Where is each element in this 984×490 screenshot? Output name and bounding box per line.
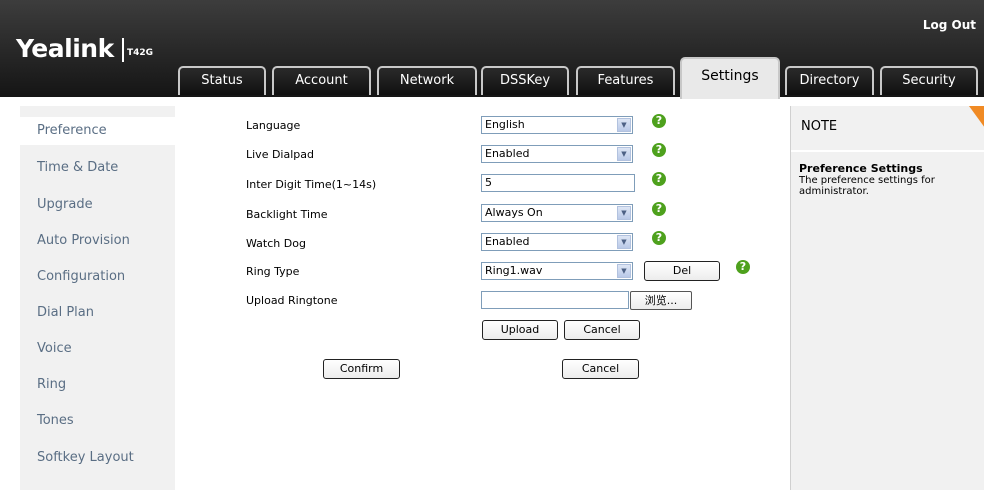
note-title: NOTE <box>801 119 838 134</box>
tab-settings[interactable]: Settings <box>680 57 780 99</box>
watchdog-select[interactable]: Enabled ▼ <box>481 233 633 251</box>
upload-button[interactable]: Upload <box>482 320 558 340</box>
cancel-button[interactable]: Cancel <box>562 359 639 379</box>
yealink-logo: Yealink <box>16 34 114 63</box>
backlight-select[interactable]: Always On ▼ <box>481 204 633 222</box>
live-dialpad-select[interactable]: Enabled ▼ <box>481 145 633 163</box>
note-heading: Preference Settings <box>799 162 923 175</box>
logo-divider <box>122 38 124 62</box>
help-icon[interactable]: ? <box>652 202 666 216</box>
ring-type-label: Ring Type <box>246 265 300 278</box>
chevron-down-icon: ▼ <box>617 118 631 132</box>
chevron-down-icon: ▼ <box>617 264 631 278</box>
sidebar-item-ring[interactable]: Ring <box>37 377 66 392</box>
note-corner-flag <box>969 106 984 128</box>
del-button[interactable]: Del <box>644 261 720 281</box>
help-icon[interactable]: ? <box>736 260 750 274</box>
tab-account[interactable]: Account <box>272 66 371 95</box>
sidebar-item-time-date[interactable]: Time & Date <box>37 160 118 175</box>
sidebar-item-configuration[interactable]: Configuration <box>37 269 125 284</box>
sidebar-item-auto-provision[interactable]: Auto Provision <box>37 233 130 248</box>
tab-network[interactable]: Network <box>377 66 477 95</box>
ringtone-file-input[interactable] <box>481 291 629 309</box>
top-header: Yealink T42G Log Out Status Account Netw… <box>0 0 984 99</box>
language-label: Language <box>246 119 301 132</box>
tab-status[interactable]: Status <box>178 66 266 95</box>
backlight-label: Backlight Time <box>246 208 328 221</box>
sidebar-item-dial-plan[interactable]: Dial Plan <box>37 305 94 320</box>
language-select[interactable]: English ▼ <box>481 116 633 134</box>
help-icon[interactable]: ? <box>652 143 666 157</box>
ring-type-value: Ring1.wav <box>485 264 543 277</box>
inter-digit-input[interactable]: 5 <box>481 174 635 192</box>
upload-ringtone-label: Upload Ringtone <box>246 294 338 307</box>
help-icon[interactable]: ? <box>652 231 666 245</box>
note-panel: NOTE Preference Settings The preference … <box>790 106 984 490</box>
inter-digit-label: Inter Digit Time(1~14s) <box>246 178 377 191</box>
sidebar-item-softkey-layout[interactable]: Softkey Layout <box>37 450 134 465</box>
chevron-down-icon: ▼ <box>617 206 631 220</box>
sidebar-item-tones[interactable]: Tones <box>37 413 74 428</box>
watchdog-value: Enabled <box>485 235 530 248</box>
model-label: T42G <box>127 48 154 58</box>
confirm-button[interactable]: Confirm <box>323 359 400 379</box>
upload-cancel-button[interactable]: Cancel <box>564 320 640 340</box>
backlight-value: Always On <box>485 206 543 219</box>
help-icon[interactable]: ? <box>652 172 666 186</box>
tab-security[interactable]: Security <box>880 66 978 95</box>
help-icon[interactable]: ? <box>652 114 666 128</box>
note-divider <box>791 150 984 152</box>
live-dialpad-label: Live Dialpad <box>246 148 314 161</box>
sidebar-item-preference[interactable]: Preference <box>20 117 175 145</box>
browse-button[interactable]: 浏览... <box>630 291 692 310</box>
watchdog-label: Watch Dog <box>246 237 306 250</box>
tab-dsskey[interactable]: DSSKey <box>481 66 569 95</box>
tab-features[interactable]: Features <box>576 66 675 95</box>
sidebar-item-voice[interactable]: Voice <box>37 341 72 356</box>
chevron-down-icon: ▼ <box>617 235 631 249</box>
sidebar-item-upgrade[interactable]: Upgrade <box>37 197 93 212</box>
tab-directory[interactable]: Directory <box>785 66 874 95</box>
logout-link[interactable]: Log Out <box>923 18 976 32</box>
live-dialpad-value: Enabled <box>485 147 530 160</box>
language-value: English <box>485 118 525 131</box>
chevron-down-icon: ▼ <box>617 147 631 161</box>
ring-type-select[interactable]: Ring1.wav ▼ <box>481 262 633 280</box>
note-body: The preference settings for administrato… <box>799 175 935 197</box>
